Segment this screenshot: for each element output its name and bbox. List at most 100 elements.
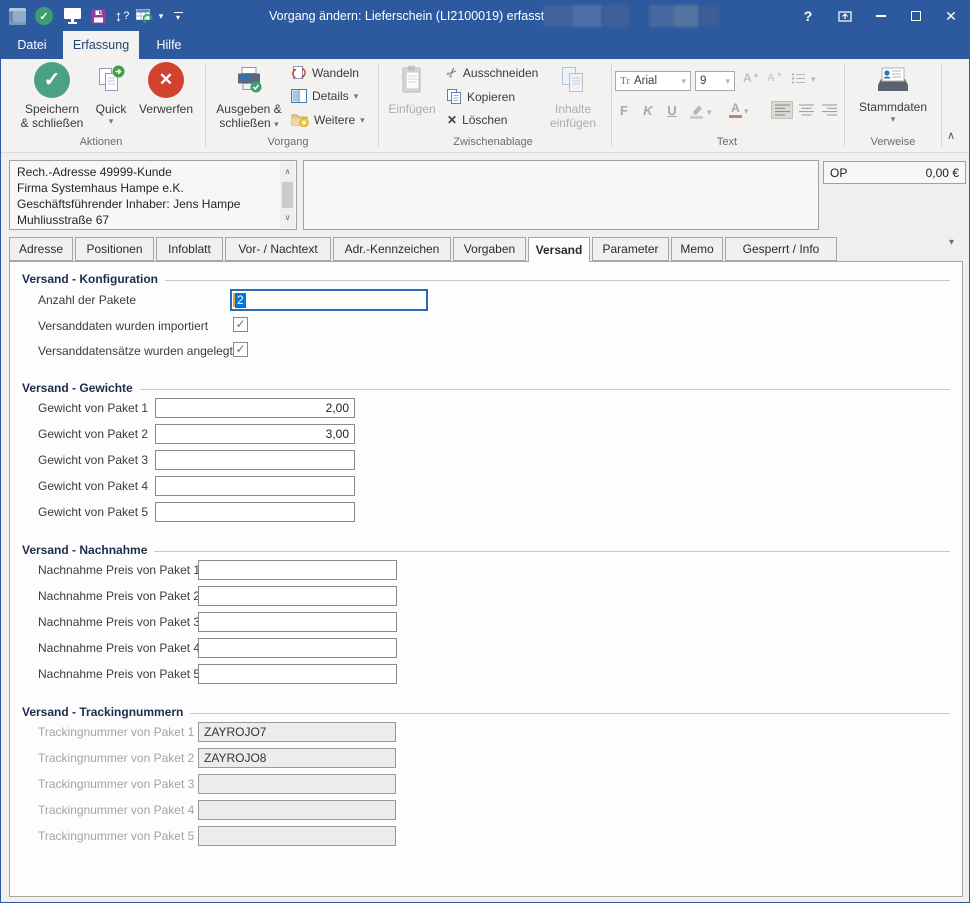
menu-tab-hilfe[interactable]: Hilfe — [147, 31, 191, 59]
group-label-aktionen: Aktionen — [79, 136, 123, 148]
versand-panel: Versand - Konfiguration Anzahl der Paket… — [9, 261, 963, 897]
save-icon[interactable] — [86, 1, 110, 31]
group-label-zwischenablage: Zwischenablage — [453, 136, 533, 148]
collapse-ribbon-button[interactable]: ∧ — [947, 129, 955, 142]
minimize-button[interactable] — [867, 1, 895, 31]
section-header-nachnahme: Versand - Nachnahme — [22, 543, 950, 557]
speichern-schliessen-button[interactable]: ✓ Speichern & schließen — [9, 62, 95, 130]
address-line: Geschäftsführender Inhaber: Jens Hampe — [17, 197, 241, 211]
help-button[interactable]: ? — [794, 1, 822, 31]
dropdown-icon: ▾ — [681, 76, 686, 86]
font-family-select[interactable]: Tr Arial ▾ — [615, 71, 691, 91]
dropdown-icon: ▾ — [353, 91, 359, 101]
maximize-button[interactable] — [902, 1, 930, 31]
close-button[interactable]: ✕ — [937, 1, 965, 31]
inhalte-einfuegen-button: Inhalte einfügen — [542, 62, 604, 130]
selected-text: 2 — [235, 292, 246, 308]
nachnahme-4-label: Nachnahme Preis von Paket 4 — [38, 641, 201, 655]
window-title: Vorgang ändern: Lieferschein (LI2100019)… — [269, 9, 566, 23]
op-value: 0,00 € — [925, 165, 959, 180]
redacted-text — [544, 5, 572, 27]
info-box-empty — [303, 160, 819, 230]
wandeln-button[interactable]: Wandeln — [291, 65, 359, 81]
ausschneiden-button[interactable]: ✂ Ausschneiden — [443, 63, 538, 81]
nachnahme-5-input[interactable] — [198, 664, 397, 684]
tracking-2-label: Trackingnummer von Paket 2 — [38, 751, 195, 765]
group-label-vorgang: Vorgang — [267, 136, 309, 148]
gewicht-1-input[interactable] — [155, 398, 355, 418]
loeschen-button[interactable]: ✕ Löschen — [447, 113, 507, 127]
list-button: ▾ — [791, 72, 816, 85]
tab-adr-kennzeichen[interactable]: Adr.-Kennzeichen — [333, 237, 451, 261]
verwerfen-button[interactable]: ✕ Verwerfen — [131, 62, 201, 116]
nachnahme-3-label: Nachnahme Preis von Paket 3 — [38, 615, 201, 629]
redacted-text — [699, 5, 719, 27]
ribbon: ✓ Speichern & schließen Quick ▾ ✕ Verwer… — [1, 59, 969, 153]
printer-icon — [211, 62, 287, 98]
address-summary-box[interactable]: Rech.-Adresse 49999-Kunde Firma Systemha… — [9, 160, 297, 230]
align-left-button[interactable] — [771, 101, 793, 119]
paste-special-icon — [542, 62, 604, 98]
address-scrollbar[interactable]: ∧ ∨ — [280, 162, 295, 228]
app-icon — [5, 1, 29, 31]
align-right-button[interactable] — [818, 101, 840, 119]
nachnahme-1-label: Nachnahme Preis von Paket 1 — [38, 563, 201, 577]
tab-vorgaben[interactable]: Vorgaben — [453, 237, 526, 261]
redacted-text — [602, 5, 630, 27]
menu-tab-erfassung[interactable]: Erfassung — [63, 31, 139, 59]
save-close-quickaccess-icon[interactable]: ✓ — [31, 1, 57, 31]
nachnahme-1-input[interactable] — [198, 560, 397, 580]
angelegt-label: Versanddatensätze wurden angelegt — [38, 344, 233, 358]
application-window: ✓ ↕? ▾ ▾ Vorgang ändern: Lieferschein (L… — [0, 0, 970, 903]
tab-versand[interactable]: Versand — [528, 237, 590, 262]
redacted-text — [673, 5, 699, 27]
weitere-button[interactable]: Weitere ▾ — [291, 112, 365, 127]
gewicht-4-input[interactable] — [155, 476, 355, 496]
nachnahme-3-input[interactable] — [198, 612, 397, 632]
ausgeben-schliessen-button[interactable]: Ausgeben & schließen ▾ — [211, 62, 287, 130]
gewicht-2-input[interactable] — [155, 424, 355, 444]
updown-help-icon[interactable]: ↕? — [109, 1, 135, 31]
document-tabstrip: Adresse Positionen Infoblatt Vor- / Nach… — [9, 237, 837, 262]
gewicht-5-input[interactable] — [155, 502, 355, 522]
tab-parameter[interactable]: Parameter — [592, 237, 669, 261]
dock-window-button[interactable] — [831, 1, 859, 31]
menu-tab-datei[interactable]: Datei — [9, 31, 55, 59]
redacted-text — [572, 5, 602, 27]
tab-adresse[interactable]: Adresse — [9, 237, 73, 261]
table-refresh-icon[interactable] — [133, 1, 155, 31]
tab-infoblatt[interactable]: Infoblatt — [156, 237, 223, 261]
gewicht-2-label: Gewicht von Paket 2 — [38, 427, 149, 441]
scrollbar-thumb[interactable] — [282, 182, 293, 208]
quickaccess-customize-icon[interactable]: ▾ — [169, 1, 187, 31]
tracking-1-input — [198, 722, 396, 742]
op-label: OP — [830, 165, 848, 180]
gewicht-3-input[interactable] — [155, 450, 355, 470]
quick-button[interactable]: Quick ▾ — [91, 62, 131, 126]
tracking-3-label: Trackingnummer von Paket 3 — [38, 777, 195, 791]
nachnahme-2-input[interactable] — [198, 586, 397, 606]
op-box: OP 0,00 € — [823, 161, 966, 184]
nachnahme-4-input[interactable] — [198, 638, 397, 658]
tab-vor-nachtext[interactable]: Vor- / Nachtext — [225, 237, 331, 261]
tab-memo[interactable]: Memo — [671, 237, 723, 261]
scroll-up-icon[interactable]: ∧ — [285, 164, 291, 180]
kopieren-button[interactable]: Kopieren — [447, 89, 515, 105]
address-line: Firma Systemhaus Hampe e.K. — [17, 181, 184, 195]
x-circle-icon: ✕ — [148, 62, 184, 98]
monitor-icon[interactable] — [59, 1, 85, 31]
tracking-2-input — [198, 748, 396, 768]
chevron-down-icon[interactable]: ▾ — [154, 1, 168, 31]
dropdown-icon: ▾ — [360, 114, 365, 125]
tab-positionen[interactable]: Positionen — [75, 237, 154, 261]
font-size-select[interactable]: 9 ▾ — [695, 71, 735, 91]
tracking-1-label: Trackingnummer von Paket 1 — [38, 725, 195, 739]
tab-overflow-dropdown[interactable]: ▾ — [949, 237, 954, 248]
scroll-down-icon[interactable]: ∨ — [285, 210, 291, 226]
align-center-button[interactable] — [795, 101, 817, 119]
increase-font-button: A ▲ — [743, 71, 760, 85]
details-button[interactable]: Details ▾ — [291, 89, 358, 103]
stammdaten-button[interactable]: Stammdaten ▾ — [851, 62, 935, 124]
anzahl-pakete-input[interactable]: 2 — [230, 289, 428, 311]
tab-gesperrt-info[interactable]: Gesperrt / Info — [725, 237, 837, 261]
